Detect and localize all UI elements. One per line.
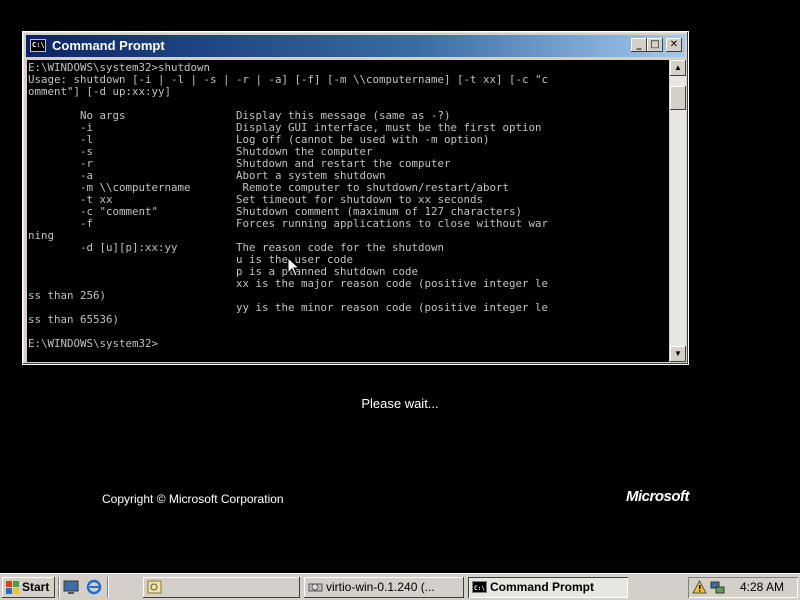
explorer-icon bbox=[147, 580, 162, 594]
network-icon[interactable] bbox=[710, 580, 725, 595]
system-tray: 4:28 AM bbox=[688, 577, 798, 598]
title-bar[interactable]: C:\ Command Prompt _ □ ✕ bbox=[26, 35, 685, 57]
scroll-down-arrow-icon[interactable]: ▼ bbox=[670, 346, 686, 362]
scroll-up-arrow-icon[interactable]: ▲ bbox=[670, 60, 686, 76]
close-button[interactable]: ✕ bbox=[666, 38, 682, 52]
taskbar-item-command-prompt[interactable]: C:\ Command Prompt bbox=[468, 577, 628, 598]
please-wait-text: Please wait... bbox=[361, 396, 439, 411]
taskbar-item-label: Command Prompt bbox=[490, 580, 595, 594]
vertical-scrollbar[interactable]: ▲ ▼ bbox=[670, 60, 686, 362]
cmd-icon: C:\ bbox=[472, 581, 487, 593]
start-label: Start bbox=[22, 580, 50, 594]
maximize-button[interactable]: □ bbox=[647, 38, 663, 52]
scroll-thumb[interactable] bbox=[670, 86, 686, 110]
drive-icon bbox=[308, 583, 323, 592]
minimize-button[interactable]: _ bbox=[631, 38, 647, 52]
console-text: E:\WINDOWS\system32>shutdown Usage: shut… bbox=[28, 61, 549, 350]
taskbar: Start virtio-win-0.1.240 (... C:\ Comman… bbox=[0, 573, 800, 600]
console-output[interactable]: E:\WINDOWS\system32>shutdown Usage: shut… bbox=[27, 60, 669, 362]
security-warning-icon[interactable] bbox=[692, 580, 707, 595]
window-title: Command Prompt bbox=[52, 38, 165, 53]
windows-flag-icon bbox=[6, 581, 19, 594]
quicklaunch-separator bbox=[107, 577, 109, 598]
cmd-icon: C:\ bbox=[30, 39, 46, 52]
taskbar-item-virtio-win[interactable]: virtio-win-0.1.240 (... bbox=[304, 577, 464, 598]
svg-text:C:\: C:\ bbox=[474, 585, 485, 592]
taskbar-item-label: virtio-win-0.1.240 (... bbox=[326, 580, 435, 594]
clock[interactable]: 4:28 AM bbox=[740, 577, 784, 598]
copyright-text: Copyright © Microsoft Corporation bbox=[102, 492, 284, 506]
start-button[interactable]: Start bbox=[2, 577, 55, 598]
internet-explorer-icon[interactable] bbox=[86, 579, 102, 595]
microsoft-logo: Microsoft bbox=[626, 488, 690, 505]
taskbar-item-explorer[interactable] bbox=[143, 577, 300, 598]
show-desktop-icon[interactable] bbox=[63, 579, 79, 595]
quicklaunch-separator bbox=[58, 577, 60, 598]
command-prompt-window[interactable]: C:\ Command Prompt _ □ ✕ E:\WINDOWS\syst… bbox=[22, 31, 689, 365]
